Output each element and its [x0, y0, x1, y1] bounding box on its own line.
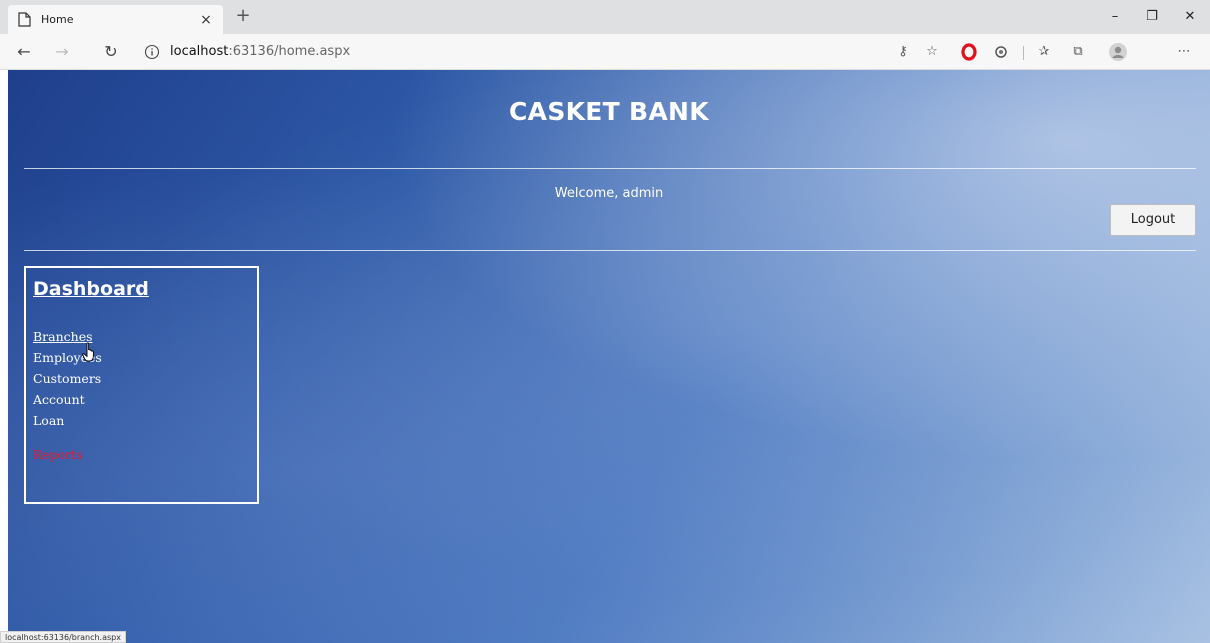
tab-title: Home [41, 13, 74, 26]
collections-icon[interactable]: ⧉ [1068, 42, 1088, 62]
key-icon[interactable]: ⚷ [893, 42, 913, 62]
refresh-icon[interactable]: ↻ [99, 40, 123, 64]
dashboard-menu: Branches Employees Customers Account Loa… [33, 326, 250, 465]
menu-item-employees[interactable]: Employees [33, 347, 250, 368]
opera-icon[interactable] [959, 42, 979, 62]
page-icon [18, 12, 31, 27]
hand-cursor-icon [82, 342, 94, 362]
more-icon[interactable]: ⋯ [1174, 42, 1194, 62]
extension-icon[interactable] [991, 42, 1011, 62]
dashboard-panel: Dashboard Branches Employees Customers A… [24, 266, 259, 504]
page-viewport: CASKET BANK Welcome, admin Logout Dashbo… [8, 70, 1210, 643]
close-icon[interactable]: ✕ [1176, 6, 1204, 28]
tab-close-icon[interactable]: × [199, 12, 213, 28]
divider-top [24, 168, 1196, 169]
divider-bottom [24, 250, 1196, 251]
welcome-text: Welcome, admin [554, 186, 664, 201]
browser-tab-home[interactable]: Home × [8, 5, 223, 34]
menu-item-loan[interactable]: Loan [33, 410, 250, 431]
address-host: localhost [170, 44, 229, 59]
status-bar-url: localhost:63136/branch.aspx [0, 631, 126, 643]
toolbar-separator [1023, 46, 1024, 60]
address-bar[interactable]: localhost:63136/home.aspx [170, 44, 350, 60]
star-icon[interactable]: ☆ [922, 42, 942, 62]
favorites-icon[interactable]: ✰ [1034, 42, 1054, 62]
page-title: CASKET BANK [509, 97, 709, 126]
restore-icon[interactable]: ❐ [1138, 6, 1166, 28]
dashboard-heading[interactable]: Dashboard [33, 278, 250, 300]
browser-toolbar: ← → ↻ localhost:63136/home.aspx ⚷ ☆ ✰ ⧉ … [0, 34, 1210, 70]
forward-icon[interactable]: → [50, 40, 74, 64]
new-tab-button[interactable]: + [232, 5, 254, 27]
logout-button[interactable]: Logout [1110, 204, 1196, 236]
minimize-icon[interactable]: – [1101, 6, 1129, 28]
info-icon[interactable] [144, 44, 160, 60]
profile-icon[interactable] [1108, 42, 1128, 62]
menu-item-account[interactable]: Account [33, 389, 250, 410]
menu-item-customers[interactable]: Customers [33, 368, 250, 389]
back-icon[interactable]: ← [12, 40, 36, 64]
menu-item-reports[interactable]: Reports [33, 444, 250, 465]
address-path: :63136/home.aspx [228, 44, 351, 59]
menu-item-branches[interactable]: Branches [33, 326, 250, 347]
tab-strip: Home × + – ❐ ✕ [0, 0, 1210, 34]
